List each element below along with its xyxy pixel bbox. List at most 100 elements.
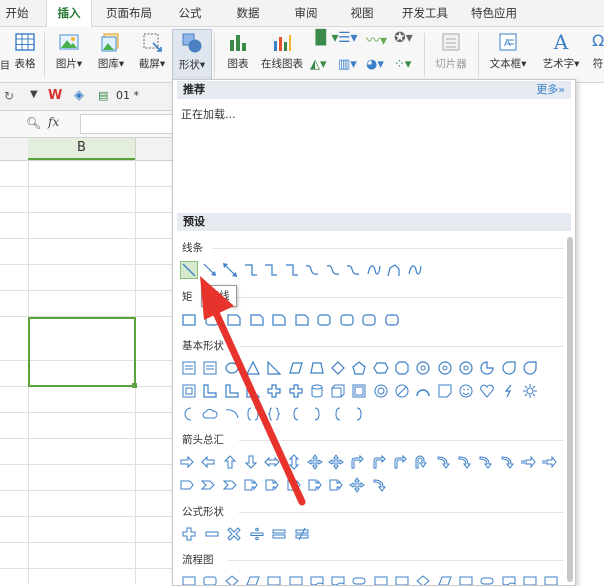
area-chart-icon[interactable]: ◭▾: [310, 57, 327, 72]
tab-page-layout[interactable]: 页面布局: [100, 0, 158, 26]
shape-round-button[interactable]: [384, 312, 400, 328]
chart-button[interactable]: 图表: [222, 29, 254, 79]
textbox-button[interactable]: A 文本框▾: [484, 29, 532, 79]
shape-quad-button[interactable]: [328, 454, 344, 470]
shape-curveArrow-button[interactable]: [371, 477, 387, 493]
radar-chart-icon[interactable]: ✪▾: [394, 30, 413, 46]
shape-uturn-button[interactable]: [413, 454, 429, 470]
shape-donut-button[interactable]: [373, 383, 389, 399]
shapes-button[interactable]: 形状▾: [172, 29, 212, 81]
shape-mult-button[interactable]: [226, 526, 242, 542]
tab-view[interactable]: 视图: [342, 0, 382, 26]
arttext-button[interactable]: A 艺术字▾: [536, 29, 586, 79]
fx-button[interactable]: fx: [48, 115, 59, 129]
tab-features[interactable]: 特色应用: [464, 0, 524, 26]
shape-fdec-button[interactable]: [224, 573, 240, 585]
shape-free-button[interactable]: [366, 262, 382, 278]
shape-fdata-button[interactable]: [245, 573, 261, 585]
shape-round-button[interactable]: [361, 312, 377, 328]
shape-bent-button[interactable]: [371, 454, 387, 470]
shape-fdoc-button[interactable]: [330, 573, 346, 585]
shape-fdec-button[interactable]: [415, 573, 431, 585]
shape-fproc-button[interactable]: [288, 573, 304, 585]
ribbon-cut-off-button[interactable]: 目: [0, 29, 10, 79]
zoom-icon[interactable]: 🔍︎: [26, 116, 41, 130]
shape-quad-button[interactable]: [349, 477, 366, 493]
tab-home[interactable]: 开始: [0, 0, 34, 26]
shape-lbrk-button[interactable]: [330, 406, 346, 422]
scatter-chart-icon[interactable]: ⁘▾: [394, 57, 411, 72]
cube-icon[interactable]: ◈: [74, 88, 84, 103]
shape-heart-button[interactable]: [479, 383, 495, 399]
shape-arc-button[interactable]: [415, 383, 431, 399]
shape-fdata-button[interactable]: [437, 573, 453, 585]
shape-fproc-button[interactable]: [181, 573, 197, 585]
shape-fterm-button[interactable]: [479, 573, 495, 585]
shape-hex-button[interactable]: [372, 360, 389, 376]
wps-logo-icon[interactable]: W: [48, 88, 62, 103]
shape-fdoc-button[interactable]: [501, 573, 517, 585]
refresh-icon[interactable]: ↻: [4, 89, 14, 103]
shape-div-button[interactable]: [249, 526, 265, 542]
screenshot-button[interactable]: 截屏▾: [134, 29, 170, 79]
pie-chart-icon[interactable]: ◕▾: [366, 57, 384, 72]
shape-fold-button[interactable]: [437, 383, 453, 399]
shape-rbrk-button[interactable]: [351, 406, 367, 422]
shape-sun-button[interactable]: [522, 383, 538, 399]
line-chart-icon[interactable]: 〰▾: [366, 30, 387, 50]
shape-fproc-button[interactable]: [373, 573, 389, 585]
shape-circnum-button[interactable]: [458, 360, 474, 376]
panel-scrollbar[interactable]: [567, 237, 573, 582]
shape-plus-button[interactable]: [181, 526, 197, 542]
shape-fproc-button[interactable]: [543, 573, 559, 585]
shape-eq-button[interactable]: [271, 526, 287, 542]
shape-minus-button[interactable]: [204, 526, 220, 542]
stock-chart-icon[interactable]: ▥▾: [338, 57, 357, 72]
shape-cube-button[interactable]: [330, 383, 346, 399]
filename-tab[interactable]: 01 *: [116, 89, 139, 102]
shape-poly-button[interactable]: [386, 262, 402, 278]
tab-formulas[interactable]: 公式: [170, 0, 210, 26]
shape-round-button[interactable]: [339, 312, 355, 328]
picture-button[interactable]: 图片▾: [50, 29, 88, 79]
shape-nosym-button[interactable]: [394, 383, 410, 399]
online-chart-button[interactable]: 在线图表: [258, 29, 306, 79]
shape-falt-button[interactable]: [202, 573, 218, 585]
column-chart-icon[interactable]: ▐▌▾: [310, 30, 339, 46]
shape-callR-button[interactable]: [328, 477, 344, 493]
chevron-down-icon[interactable]: ▼: [30, 89, 38, 100]
shape-fterm-button[interactable]: [351, 573, 367, 585]
gallery-button[interactable]: 图库▾: [92, 29, 130, 79]
shape-fproc-button[interactable]: [522, 573, 538, 585]
shape-bent-button[interactable]: [349, 454, 365, 470]
fill-handle[interactable]: [132, 383, 137, 388]
shape-bent-button[interactable]: [392, 454, 408, 470]
shape-fproc-button[interactable]: [266, 573, 282, 585]
symbol-button[interactable]: Ω 符: [592, 29, 604, 79]
tab-developer[interactable]: 开发工具: [396, 0, 454, 26]
shape-fproc-button[interactable]: [394, 573, 410, 585]
shape-fdoc-button[interactable]: [309, 573, 325, 585]
table-button[interactable]: 表格: [10, 29, 40, 79]
shape-curve-button[interactable]: [345, 262, 361, 278]
shape-circnum-button[interactable]: [437, 360, 453, 376]
shape-smile-button[interactable]: [458, 383, 474, 399]
shape-curveArrow-button[interactable]: [435, 454, 451, 470]
shape-bevel-button[interactable]: [351, 383, 367, 399]
bar-chart-icon[interactable]: ☰▾: [338, 30, 358, 46]
shape-curveArrow-button[interactable]: [477, 454, 493, 470]
shape-pent-button[interactable]: [351, 360, 367, 376]
selected-cell[interactable]: [28, 317, 136, 387]
shape-striped-button[interactable]: [520, 454, 536, 470]
slicer-button[interactable]: 切片器: [430, 29, 472, 79]
more-link[interactable]: 更多»: [536, 81, 565, 99]
tab-data[interactable]: 数据: [228, 0, 268, 26]
formula-input[interactable]: [80, 114, 174, 134]
shape-circnum-button[interactable]: [415, 360, 431, 376]
column-header-b[interactable]: B: [28, 138, 135, 160]
shape-curveArrow-button[interactable]: [456, 454, 472, 470]
shape-tear-button[interactable]: [522, 360, 538, 376]
shape-striped-button[interactable]: [541, 454, 557, 470]
shape-oct-button[interactable]: [394, 360, 410, 376]
shape-pie-button[interactable]: [479, 360, 495, 376]
